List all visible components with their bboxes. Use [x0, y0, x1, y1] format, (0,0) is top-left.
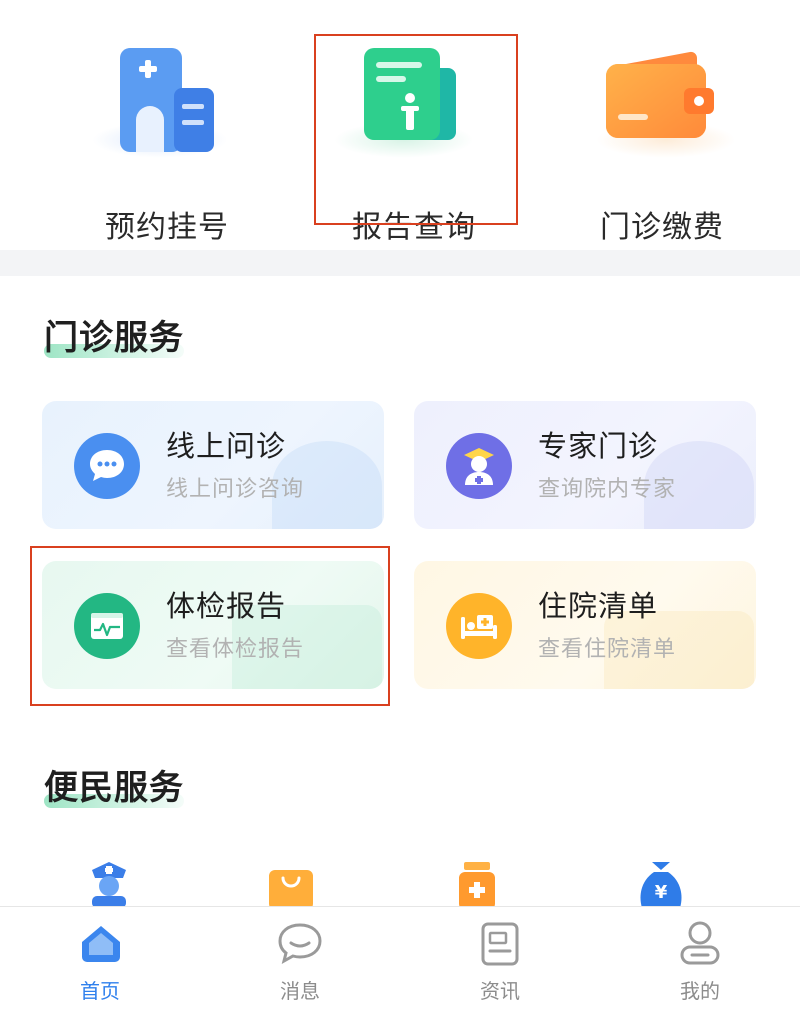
card-subtitle: 线上问诊咨询 — [166, 477, 305, 502]
wallet-icon — [606, 51, 714, 138]
nav-label: 我的 — [680, 979, 720, 1003]
card-hospitalization-list[interactable]: 住院清单 查看住院清单 — [414, 561, 756, 689]
profile-icon — [680, 921, 720, 965]
money-bag-icon[interactable]: ¥ — [636, 860, 686, 908]
card-title: 线上问诊 — [166, 429, 287, 463]
hospital-icon — [120, 48, 214, 152]
bed-icon — [446, 593, 512, 659]
nav-item-news[interactable]: 资讯 — [400, 907, 600, 1009]
shortcut-outpatient-payment[interactable]: 门诊缴费 — [560, 30, 780, 245]
home-icon — [82, 926, 120, 962]
nav-label: 消息 — [280, 979, 320, 1003]
section-divider — [0, 250, 800, 276]
shortcut-appointment[interactable]: 预约挂号 — [60, 30, 270, 245]
shopping-bag-icon[interactable] — [266, 862, 316, 908]
section-title-convenience: 便民服务 — [44, 768, 184, 808]
nav-item-profile[interactable]: 我的 — [600, 907, 800, 1009]
card-title: 专家门诊 — [538, 429, 659, 463]
nav-item-messages[interactable]: 消息 — [200, 907, 400, 1009]
card-subtitle: 查看住院清单 — [538, 637, 677, 662]
card-online-consultation[interactable]: 线上问诊 线上问诊咨询 — [42, 401, 384, 529]
news-icon — [481, 922, 519, 966]
shortcut-label: 门诊缴费 — [600, 210, 724, 245]
nav-label: 资讯 — [480, 979, 520, 1003]
nav-label: 首页 — [80, 979, 120, 1003]
card-title: 住院清单 — [538, 589, 659, 623]
highlight-box-report-query — [314, 34, 518, 225]
bottom-nav: 首页 消息 资讯 我的 — [0, 906, 800, 1009]
nav-item-home[interactable]: 首页 — [0, 907, 200, 1009]
message-icon — [278, 923, 322, 964]
highlight-box-physical-exam — [30, 546, 390, 706]
nurse-icon[interactable] — [86, 858, 132, 906]
card-subtitle: 查询院内专家 — [538, 477, 677, 502]
card-expert-clinic[interactable]: 专家门诊 查询院内专家 — [414, 401, 756, 529]
shortcut-label: 预约挂号 — [105, 210, 229, 245]
section-title-outpatient: 门诊服务 — [44, 318, 184, 358]
svg-text:¥: ¥ — [655, 882, 668, 903]
doctor-icon — [446, 433, 512, 499]
medicine-bottle-icon[interactable] — [456, 860, 498, 908]
chat-bubble-icon — [74, 433, 140, 499]
